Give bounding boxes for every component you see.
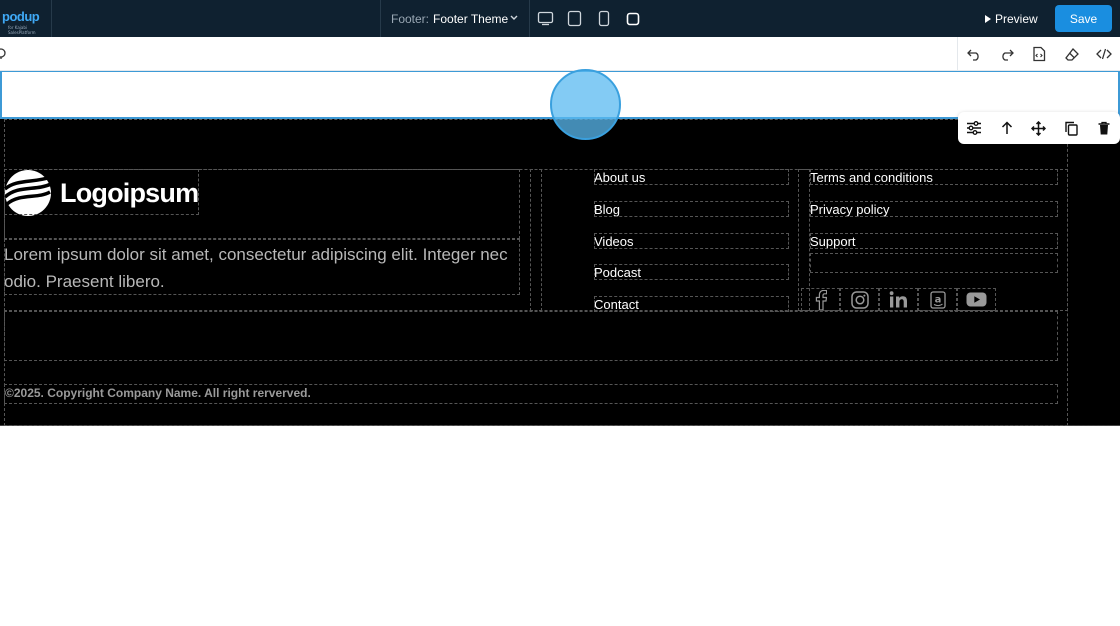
eraser-icon: [1064, 47, 1079, 61]
sliders-icon: [967, 121, 982, 135]
link-guide: [594, 296, 789, 312]
move-icon: [1031, 120, 1047, 136]
mobile-icon: [626, 12, 639, 25]
footer-description: Lorem ipsum dolor sit amet, consectetur …: [4, 245, 508, 291]
link-guide: [810, 233, 1058, 249]
preview-label: Preview: [995, 12, 1038, 26]
youtube-link[interactable]: [957, 288, 996, 311]
app-logo-subtext: for Kajabi SalesPlatform: [8, 25, 36, 35]
tablet-landscape-view-button[interactable]: [565, 9, 584, 28]
social-icons: a: [801, 288, 996, 311]
link-guide: [594, 264, 789, 280]
save-button[interactable]: Save: [1055, 5, 1112, 32]
eraser-button[interactable]: [1056, 37, 1089, 71]
facebook-icon: [815, 289, 827, 310]
code-icon: [1096, 48, 1113, 60]
linkedin-link[interactable]: [879, 288, 918, 311]
spacer-row-guide: [4, 311, 1058, 361]
touch-indicator: [550, 69, 621, 140]
code-file-button[interactable]: [1023, 37, 1056, 71]
undo-button[interactable]: [958, 37, 991, 71]
editor-topbar: podup for Kajabi SalesPlatform Footer: F…: [0, 0, 1120, 37]
instagram-link[interactable]: [840, 288, 879, 311]
footer-select-label: Footer:: [391, 11, 430, 26]
code-file-icon: [1033, 46, 1046, 62]
desktop-view-button[interactable]: [536, 9, 555, 28]
footer-select-value: Footer Theme: [433, 11, 509, 26]
empty-link-guide: [810, 253, 1058, 273]
app-logo-text: podup: [2, 9, 40, 24]
arrow-up-icon: [1001, 121, 1012, 134]
element-move-up-button[interactable]: [990, 112, 1022, 144]
redo-button[interactable]: [991, 37, 1024, 71]
link-guide: [810, 169, 1058, 185]
copyright-text: ©2025. Copyright Company Name. All right…: [5, 386, 311, 400]
history-toolbar: [957, 37, 1120, 71]
footer-theme-select[interactable]: Footer: Footer Theme: [380, 0, 530, 37]
element-settings-button[interactable]: [958, 112, 990, 144]
link-guide: [594, 201, 789, 217]
phone-icon: [598, 10, 609, 27]
element-duplicate-button[interactable]: [1055, 112, 1087, 144]
element-drag-button[interactable]: [1023, 112, 1055, 144]
element-delete-button[interactable]: [1088, 112, 1120, 144]
amazon-link[interactable]: a: [918, 288, 957, 311]
element-toolbar: [958, 112, 1120, 144]
chevron-down-icon: [510, 15, 518, 20]
play-icon: [985, 15, 991, 23]
youtube-icon: [966, 292, 987, 307]
app-logo[interactable]: podup for Kajabi SalesPlatform: [0, 0, 52, 37]
logo-guide: [4, 169, 199, 215]
trash-icon: [1098, 121, 1110, 135]
link-guide: [594, 169, 789, 185]
copy-icon: [1065, 121, 1079, 136]
code-view-button[interactable]: [1088, 37, 1120, 71]
layers-icon[interactable]: [0, 46, 8, 60]
editor-toolbar: [0, 37, 1120, 71]
footer-section[interactable]: Logoipsum Lorem ipsum dolor sit amet, co…: [0, 119, 1120, 426]
preview-button[interactable]: Preview: [984, 8, 1038, 30]
redo-icon: [1002, 49, 1014, 61]
mobile-view-button[interactable]: [623, 9, 642, 28]
instagram-icon: [850, 290, 869, 309]
device-switcher: [536, 9, 642, 28]
facebook-link[interactable]: [801, 288, 840, 311]
tablet-view-button[interactable]: [594, 9, 613, 28]
desktop-icon: [537, 11, 554, 26]
svg-text:a: a: [934, 294, 941, 305]
linkedin-icon: [889, 291, 907, 308]
link-guide: [810, 201, 1058, 217]
link-guide: [594, 233, 789, 249]
tablet-icon: [567, 10, 582, 27]
undo-icon: [967, 49, 979, 61]
amazon-icon: a: [929, 290, 946, 309]
spacer-guide: [530, 169, 542, 311]
